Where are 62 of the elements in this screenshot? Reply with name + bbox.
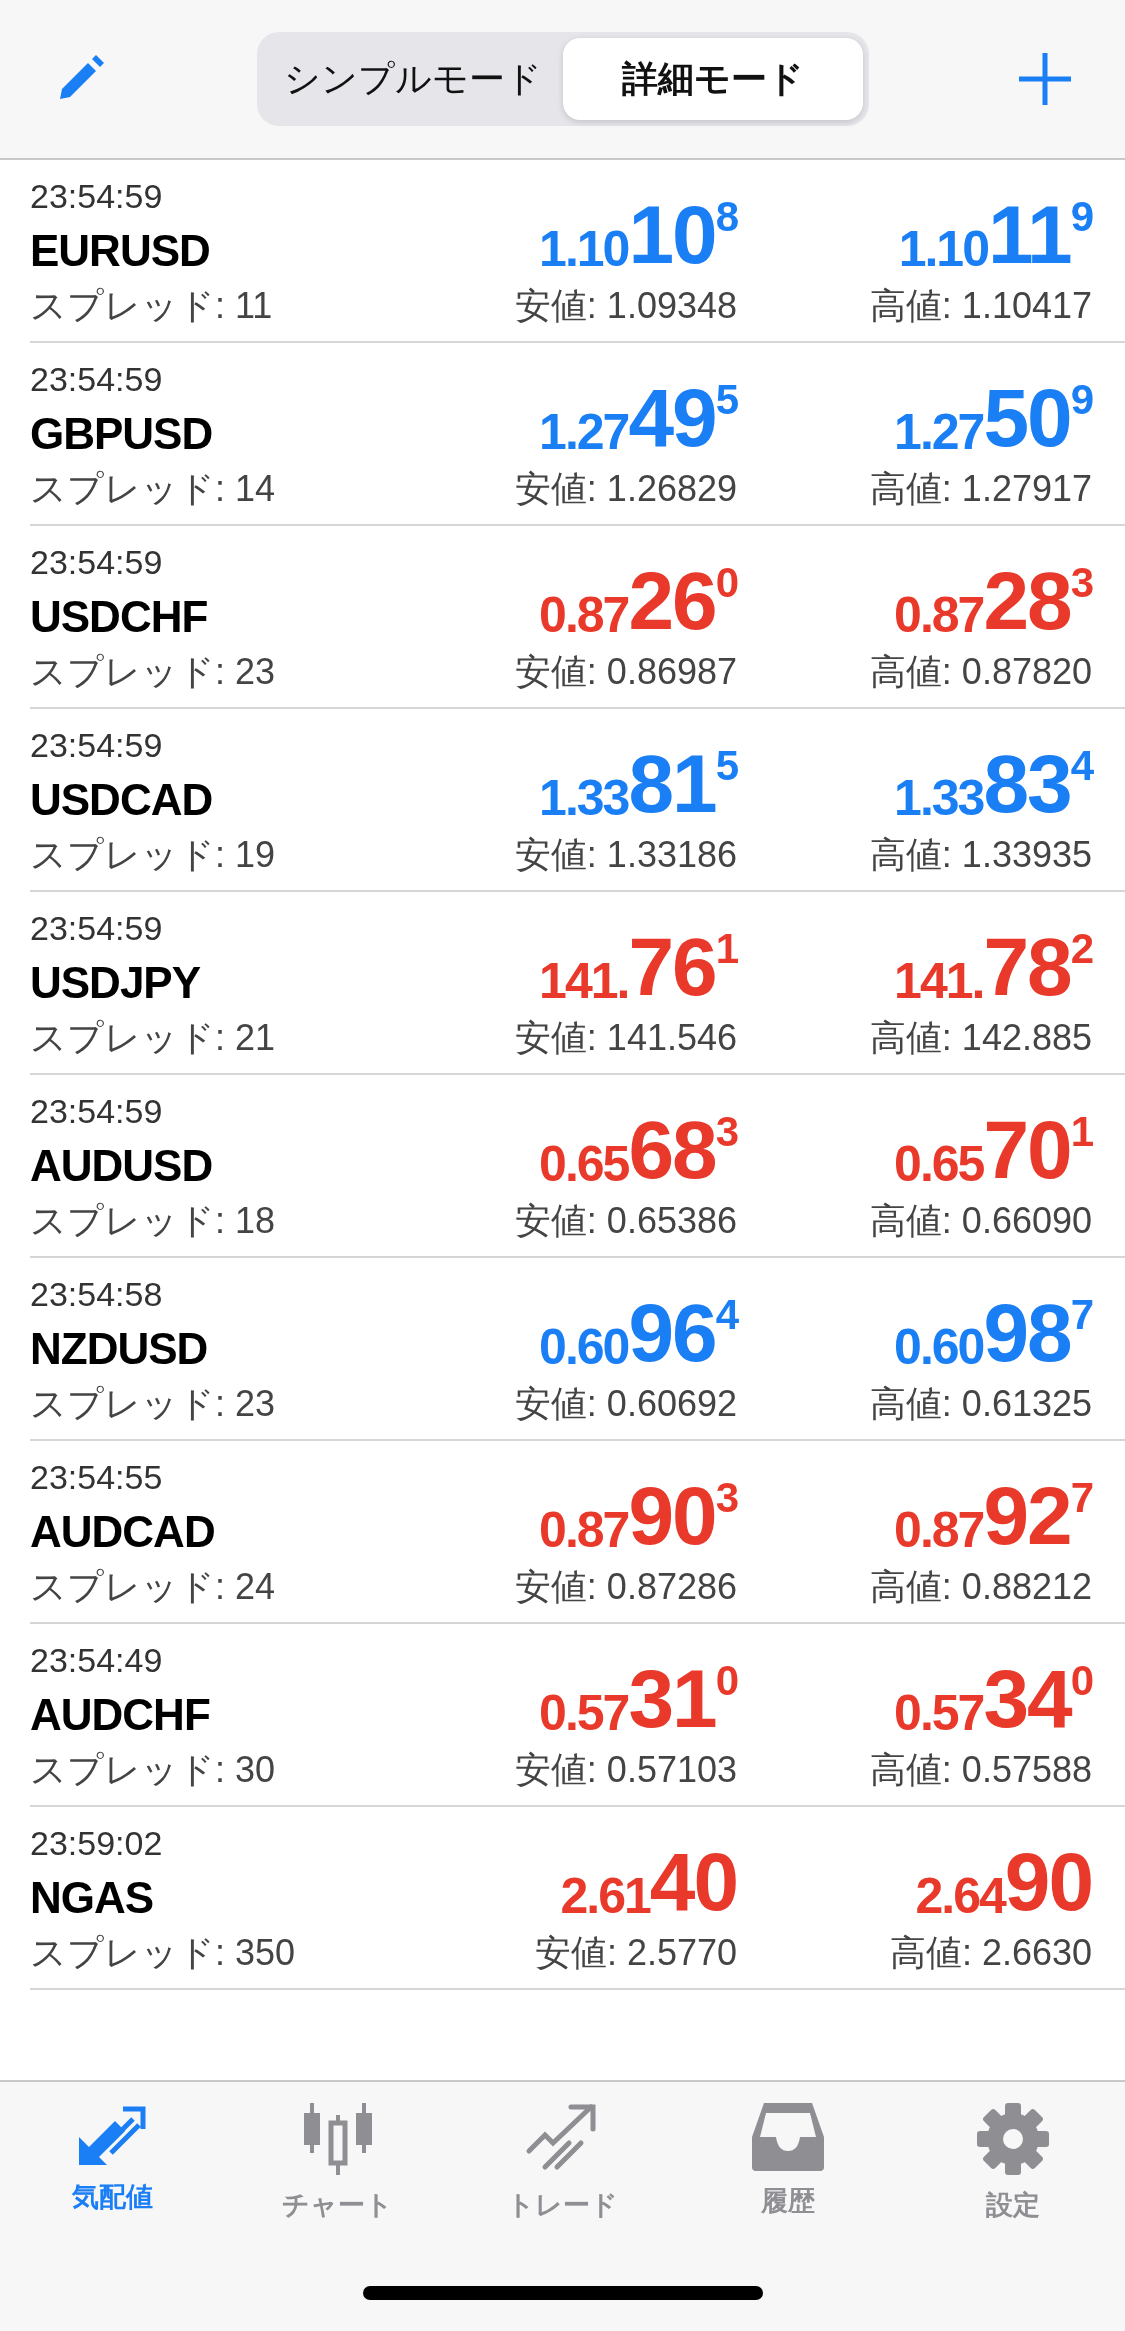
- low-price: 安値: 0.65386: [514, 1199, 737, 1243]
- high-price: 高値: 0.87820: [869, 650, 1092, 694]
- low-price: 安値: 1.09348: [514, 284, 737, 328]
- spread-text: スプレッド: 350: [30, 1930, 297, 1975]
- quote-time: 23:54:59: [30, 725, 164, 765]
- tab-item[interactable]: 履歴: [697, 2100, 878, 2224]
- high-price: 高値: 0.66090: [869, 1199, 1092, 1243]
- quote-time: 23:54:59: [30, 176, 164, 216]
- spread-text: スプレッド: 24: [30, 1564, 277, 1609]
- low-price: 安値: 0.87286: [514, 1565, 737, 1609]
- symbol-name: AUDCAD: [30, 1506, 216, 1557]
- quote-time: 23:54:59: [30, 359, 164, 399]
- mode-tab[interactable]: 詳細モード: [562, 38, 863, 120]
- settings-icon: [974, 2101, 1051, 2177]
- symbol-name: EURUSD: [30, 225, 211, 276]
- high-price: 高値: 142.885: [869, 1016, 1092, 1060]
- quote-time: 23:54:59: [30, 908, 164, 948]
- symbol-name: AUDCHF: [30, 1689, 211, 1740]
- spread-text: スプレッド: 30: [30, 1747, 277, 1792]
- price: 2.6490: [915, 1841, 1092, 1923]
- high-price: 高値: 0.57588: [869, 1748, 1092, 1792]
- tab-item[interactable]: チャート: [247, 2100, 428, 2224]
- symbol-name: AUDUSD: [30, 1140, 214, 1191]
- spread-text: スプレッド: 18: [30, 1198, 277, 1243]
- low-price: 安値: 0.86987: [514, 650, 737, 694]
- spread-text: スプレッド: 23: [30, 1381, 277, 1426]
- spread-text: スプレッド: 19: [30, 832, 277, 877]
- tab-item[interactable]: 設定: [922, 2100, 1103, 2224]
- high-price: 高値: 1.27917: [869, 467, 1092, 511]
- symbol-name: USDCHF: [30, 591, 209, 642]
- symbol-name: USDCAD: [30, 774, 214, 825]
- tab-item[interactable]: トレード: [472, 2100, 653, 2224]
- spread-text: スプレッド: 14: [30, 466, 277, 511]
- mode-tab[interactable]: シンプルモード: [262, 38, 563, 120]
- quote-time: 23:54:59: [30, 1091, 164, 1131]
- low-price: 安値: 1.26829: [514, 467, 737, 511]
- low-price: 安値: 2.5770: [534, 1931, 737, 1975]
- symbol-name: GBPUSD: [30, 408, 214, 459]
- low-price: 安値: 141.546: [514, 1016, 737, 1060]
- symbol-name: NZDUSD: [30, 1323, 209, 1374]
- price: 2.6140: [560, 1841, 737, 1923]
- high-price: 高値: 1.10417: [869, 284, 1092, 328]
- high-price: 高値: 0.88212: [869, 1565, 1092, 1609]
- low-price: 安値: 1.33186: [514, 833, 737, 877]
- symbol-name: NGAS: [30, 1872, 155, 1923]
- spread-text: スプレッド: 21: [30, 1015, 277, 1060]
- spread-text: スプレッド: 11: [30, 283, 274, 328]
- spread-text: スプレッド: 23: [30, 649, 277, 694]
- high-price: 高値: 1.33935: [869, 833, 1092, 877]
- low-price: 安値: 0.60692: [514, 1382, 737, 1426]
- quote-time: 23:54:58: [30, 1274, 164, 1314]
- quote-time: 23:54:59: [30, 542, 164, 582]
- tab-item[interactable]: 気配値: [22, 2100, 203, 2224]
- quote-time: 23:59:02: [30, 1823, 164, 1863]
- quote-time: 23:54:55: [30, 1457, 164, 1497]
- low-price: 安値: 0.57103: [514, 1748, 737, 1792]
- high-price: 高値: 2.6630: [889, 1931, 1092, 1975]
- symbol-name: USDJPY: [30, 957, 202, 1008]
- high-price: 高値: 0.61325: [869, 1382, 1092, 1426]
- inbox-icon: [749, 2101, 826, 2173]
- quote-time: 23:54:49: [30, 1640, 164, 1680]
- plus-icon: [1017, 51, 1073, 107]
